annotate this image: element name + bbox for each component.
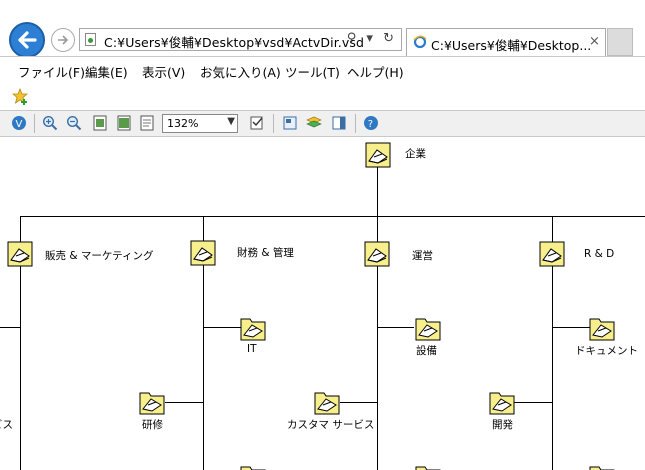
menu-edit[interactable]: 編集(E) [85, 62, 128, 81]
connector-line [514, 402, 553, 403]
address-bar[interactable]: C:¥Users¥俊輔¥Desktop¥vsd¥ActvDir.vsd ⚲ ▾ … [79, 28, 402, 51]
help-icon[interactable]: ? [363, 115, 379, 131]
back-button[interactable] [9, 22, 45, 58]
folder-node-icon[interactable] [240, 463, 266, 470]
fit-page-icon[interactable] [92, 115, 108, 131]
dept-label-rd: R & D [584, 248, 615, 260]
connector-line [552, 327, 590, 328]
folder-node-icon[interactable] [489, 389, 515, 415]
connector-line [340, 402, 378, 403]
folder-node-icon[interactable] [589, 463, 615, 470]
toolbar-separator [273, 114, 274, 133]
zoom-select[interactable]: 132% ▼ [162, 114, 238, 133]
favorites-bar [0, 82, 645, 110]
page-icon [85, 33, 96, 46]
connector-line [165, 402, 204, 403]
folder-node-icon[interactable] [240, 315, 266, 341]
menu-favorites[interactable]: お気に入り(A) [200, 62, 281, 81]
item-label-facilities: 設備 [416, 345, 437, 357]
toolbar-separator [34, 114, 35, 133]
fit-width-icon[interactable] [116, 115, 132, 131]
dept-label-sales: 販売 & マーケティング [45, 250, 154, 262]
drawing-canvas[interactable]: 企業 販売 & マーケティング 財務 & 管理 運営 R & D IT 設備 ド… [0, 137, 645, 470]
folder-node-icon[interactable] [589, 315, 615, 341]
menu-file[interactable]: ファイル(F) [18, 62, 85, 81]
svg-text:V: V [16, 119, 23, 130]
add-favorite-star-icon[interactable] [12, 88, 30, 106]
folder-node-icon[interactable] [139, 389, 165, 415]
menu-view[interactable]: 表示(V) [142, 62, 185, 81]
org-node-icon[interactable] [364, 241, 390, 267]
new-tab-button[interactable] [607, 28, 633, 56]
connector-line [377, 166, 378, 216]
browser-tab[interactable]: C:¥Users¥俊輔¥Desktop... × [406, 28, 606, 56]
chevron-down-icon[interactable]: ▼ [227, 116, 235, 127]
zoom-out-icon[interactable] [66, 115, 82, 131]
item-label-partial: ビス [0, 419, 13, 431]
tab-close-icon[interactable]: × [589, 34, 600, 49]
item-label-customer-service: カスタマ サービス [287, 419, 375, 431]
item-label-training: 研修 [142, 419, 163, 431]
dept-label-operations: 運営 [412, 250, 433, 262]
connector-line [203, 327, 241, 328]
pan-zoom-icon[interactable] [282, 115, 298, 131]
zoom-value: 132% [167, 117, 199, 130]
item-label-development: 開発 [492, 419, 513, 431]
layers-icon[interactable] [306, 115, 322, 131]
forward-button[interactable] [51, 28, 75, 52]
menu-bar: ファイル(F) 編集(E) 表示(V) お気に入り(A) ツール(T) ヘルプ(… [0, 56, 645, 83]
dept-label-finance: 財務 & 管理 [237, 247, 294, 259]
folder-node-icon[interactable] [314, 389, 340, 415]
address-text[interactable]: C:¥Users¥俊輔¥Desktop¥vsd¥ActvDir.vsd [104, 32, 364, 51]
item-label-it: IT [247, 343, 257, 355]
toolbar-separator [355, 114, 356, 133]
search-dropdown-refresh-icons[interactable]: ⚲ ▾ ↻ [347, 31, 397, 46]
viewer-toolbar: V 132% ▼ ? [0, 110, 645, 137]
connector-line [377, 327, 414, 328]
connector-line [0, 327, 21, 328]
org-node-icon[interactable] [190, 240, 216, 266]
menu-help[interactable]: ヘルプ(H) [347, 62, 404, 81]
back-arrow-icon [18, 31, 37, 49]
item-label-documents: ドキュメント [575, 345, 638, 357]
menu-tools[interactable]: ツール(T) [285, 62, 340, 81]
actual-size-icon[interactable] [139, 115, 155, 131]
org-node-icon[interactable] [7, 241, 33, 267]
shape-data-icon[interactable] [331, 115, 347, 131]
org-node-icon[interactable] [365, 142, 391, 168]
forward-arrow-icon [58, 35, 69, 45]
tab-title: C:¥Users¥俊輔¥Desktop... [431, 38, 592, 53]
zoom-in-icon[interactable] [42, 115, 58, 131]
folder-node-icon[interactable] [415, 463, 441, 470]
folder-node-icon[interactable] [415, 315, 441, 341]
svg-text:?: ? [368, 119, 373, 130]
root-label: 企業 [405, 148, 426, 160]
org-node-icon[interactable] [539, 241, 565, 267]
ie-icon [413, 35, 427, 49]
browser-topbar: C:¥Users¥俊輔¥Desktop¥vsd¥ActvDir.vsd ⚲ ▾ … [0, 0, 645, 58]
properties-icon[interactable] [249, 115, 265, 131]
visio-icon[interactable]: V [11, 115, 27, 131]
